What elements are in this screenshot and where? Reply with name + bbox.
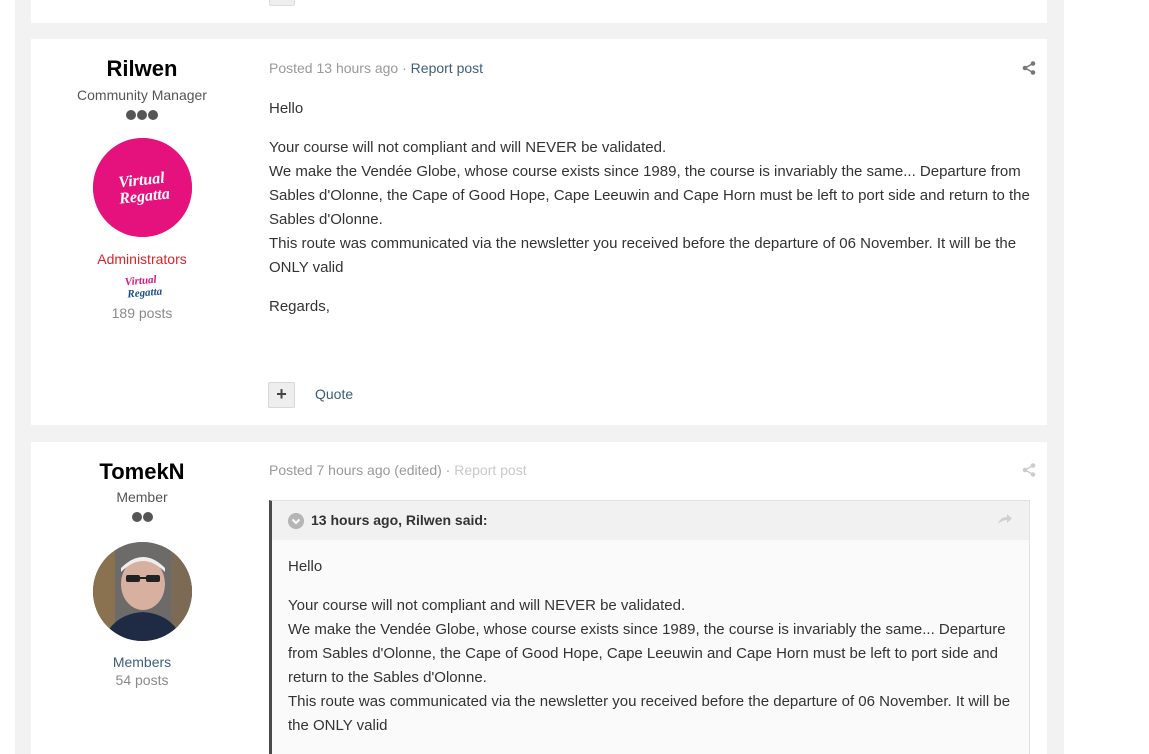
previous-post-card (31, 0, 1047, 23)
post-line: We make the Vendée Globe, whose course e… (269, 163, 1030, 228)
report-post-link[interactable]: Report post (411, 60, 483, 76)
multiquote-button[interactable]: + (268, 382, 295, 408)
post-greeting: Hello (269, 100, 304, 117)
share-icon[interactable] (1022, 61, 1036, 75)
post-paragraph: Your course will not compliant and will … (269, 136, 1031, 280)
quote-line: We make the Vendée Globe, whose course e… (288, 621, 1006, 686)
quote-line: This route was communicated via the news… (288, 693, 1011, 734)
post-content: Hello Your course will not compliant and… (269, 97, 1031, 334)
quote-block: 13 hours ago, Rilwen said: Hello Your co… (269, 500, 1030, 754)
meta-separator: · (398, 60, 411, 76)
author-title: Member (116, 489, 168, 505)
forum-post: TomekN Member Members 54 posts Posted 7 … (31, 442, 1047, 754)
quote-line: Your course will not compliant and will … (288, 597, 686, 614)
edited-label[interactable]: (edited) (390, 462, 441, 478)
svg-text:Regatta: Regatta (126, 285, 163, 299)
rank-dot (126, 110, 136, 120)
group-name: Members (112, 654, 172, 670)
post-line: Your course will not compliant and will … (269, 139, 667, 156)
post-count: 54 posts (115, 672, 169, 688)
previous-post-button[interactable] (269, 0, 295, 6)
post-meta: Posted 7 hours ago (edited) · Report pos… (269, 462, 527, 478)
group-name: Administrators (97, 251, 187, 267)
rank-dot (131, 512, 142, 522)
author-name[interactable]: Rilwen (31, 56, 253, 82)
forum-post: Rilwen Community Manager Virtual Regatta… (31, 39, 1047, 425)
post-date[interactable]: Posted 7 hours ago (269, 462, 390, 478)
report-post-link[interactable]: Report post (454, 462, 526, 478)
author-title: Community Manager (77, 87, 207, 103)
rank-dot (137, 110, 147, 120)
author-name[interactable]: TomekN (31, 459, 253, 485)
post-meta: Posted 13 hours ago · Report post (269, 60, 483, 76)
meta-separator: · (441, 462, 455, 478)
post-line: This route was communicated via the news… (269, 235, 1017, 276)
quote-body: Hello Your course will not compliant and… (288, 555, 1018, 753)
avatar[interactable] (93, 542, 192, 641)
quote-header: 13 hours ago, Rilwen said: (272, 501, 1029, 540)
quote-greeting: Hello (288, 558, 323, 575)
avatar[interactable]: Virtual Regatta (93, 138, 192, 237)
quote-citation[interactable]: 13 hours ago, Rilwen said: (311, 512, 488, 528)
rank-dots (31, 512, 253, 522)
quote-button[interactable]: Quote (315, 386, 353, 402)
quote-paragraph: Your course will not compliant and will … (288, 594, 1018, 738)
post-closing: Regards, (269, 298, 330, 315)
chevron-down-icon[interactable] (288, 513, 304, 529)
post-date[interactable]: Posted 13 hours ago (269, 60, 398, 76)
share-arrow-icon[interactable] (997, 512, 1013, 526)
rank-dot (148, 110, 158, 120)
virtual-regatta-logo: Virtual Regatta (93, 138, 192, 237)
user-photo (93, 542, 192, 641)
group-badge-icon: Virtual Regatta (124, 274, 163, 299)
rank-dots (31, 110, 253, 120)
share-icon[interactable] (1022, 463, 1036, 477)
post-count: 189 posts (111, 305, 173, 321)
rank-dot (142, 512, 153, 522)
